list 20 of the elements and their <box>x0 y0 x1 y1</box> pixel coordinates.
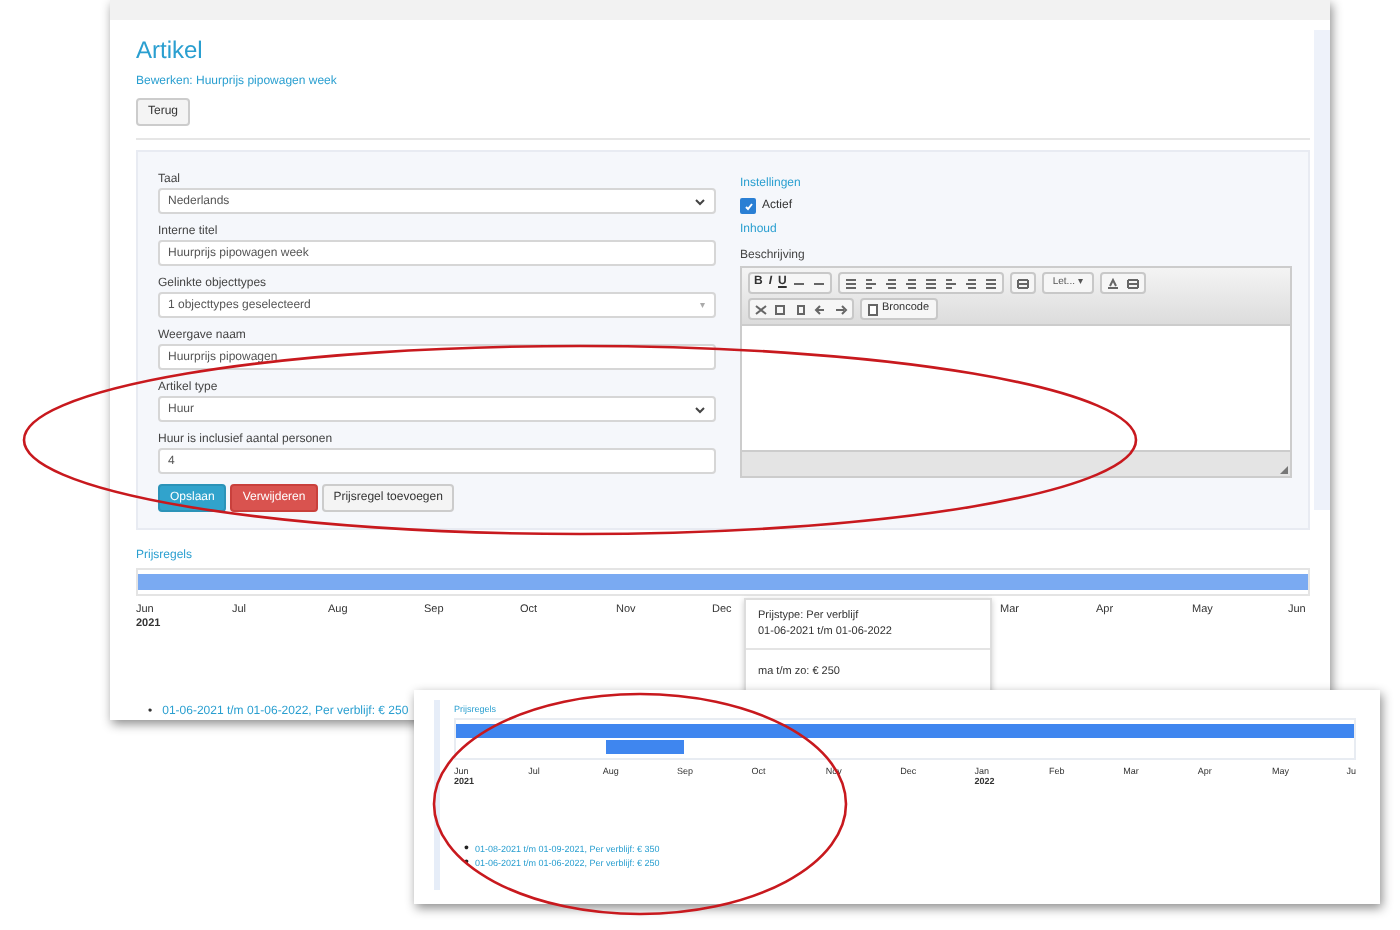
format-icon[interactable] <box>1105 277 1120 289</box>
chevron-down-icon <box>694 197 706 205</box>
format-icon[interactable] <box>924 277 939 289</box>
format-icon[interactable] <box>884 277 899 289</box>
format-icon[interactable] <box>984 277 999 289</box>
chevron-down-icon <box>694 405 706 413</box>
format-icon[interactable] <box>964 277 979 289</box>
format-icon[interactable] <box>904 277 919 289</box>
format-icon[interactable] <box>814 303 828 315</box>
format-icon[interactable] <box>844 277 859 289</box>
page-title: Artikel <box>136 36 205 64</box>
format-icon[interactable] <box>864 277 879 289</box>
format-icon[interactable] <box>1016 277 1031 289</box>
document-icon <box>868 303 878 315</box>
resize-handle-icon[interactable] <box>1280 466 1288 474</box>
format-icon[interactable] <box>754 303 768 315</box>
format-icon[interactable] <box>1125 277 1140 289</box>
checkbox[interactable] <box>740 198 756 214</box>
format-icon[interactable] <box>834 303 848 315</box>
format-icon[interactable] <box>944 277 959 289</box>
